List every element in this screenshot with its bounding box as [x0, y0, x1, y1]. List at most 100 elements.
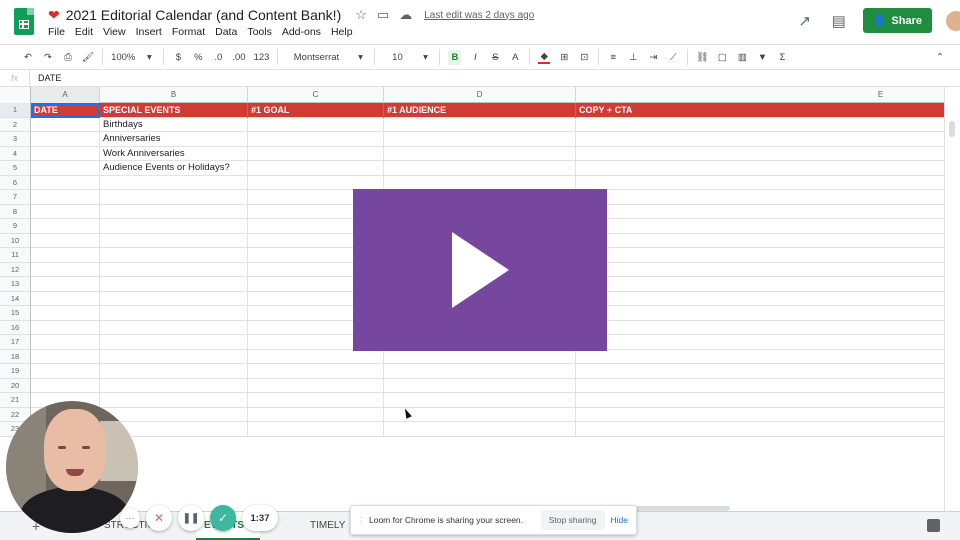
folder-icon[interactable]: ▭: [377, 7, 389, 23]
row-header[interactable]: 20: [0, 379, 30, 393]
cell[interactable]: [384, 407, 576, 422]
menu-edit[interactable]: Edit: [75, 26, 93, 38]
menu-view[interactable]: View: [103, 26, 126, 38]
cell[interactable]: [384, 364, 576, 379]
cell[interactable]: [100, 233, 248, 248]
insert-comment-icon[interactable]: ▢: [716, 52, 728, 63]
row-header[interactable]: 4: [0, 147, 30, 161]
cell[interactable]: Birthdays: [100, 117, 248, 132]
cell[interactable]: [31, 277, 100, 292]
row-header[interactable]: 16: [0, 321, 30, 335]
cell[interactable]: [100, 248, 248, 263]
video-player[interactable]: [353, 189, 607, 351]
cell[interactable]: [31, 320, 100, 335]
row-header[interactable]: 7: [0, 190, 30, 205]
row-header[interactable]: 19: [0, 364, 30, 379]
cell[interactable]: [100, 335, 248, 350]
row-header[interactable]: 6: [0, 176, 30, 190]
cell[interactable]: [100, 262, 248, 277]
font-size-select[interactable]: 10: [383, 52, 411, 63]
cell[interactable]: [100, 378, 248, 393]
menu-format[interactable]: Format: [172, 26, 205, 38]
cell[interactable]: [248, 117, 384, 132]
row-header[interactable]: 18: [0, 350, 30, 364]
cell[interactable]: [31, 291, 100, 306]
chevron-down-icon[interactable]: ▾: [419, 52, 431, 63]
cell-c1[interactable]: #1 GOAL: [248, 103, 384, 118]
column-header-c[interactable]: C: [248, 87, 384, 103]
decrease-decimal-button[interactable]: .0: [212, 52, 224, 63]
cell[interactable]: [100, 320, 248, 335]
cell[interactable]: [31, 306, 100, 321]
wrap-icon[interactable]: ⇥: [647, 52, 659, 63]
cell[interactable]: [248, 378, 384, 393]
cell[interactable]: [31, 335, 100, 350]
cell-a1[interactable]: DATE: [31, 103, 100, 118]
menu-help[interactable]: Help: [331, 26, 353, 38]
row-header[interactable]: 14: [0, 292, 30, 306]
currency-button[interactable]: $: [172, 52, 184, 63]
cell[interactable]: [384, 378, 576, 393]
menu-addons[interactable]: Add-ons: [282, 26, 321, 38]
cell[interactable]: [31, 248, 100, 263]
cell[interactable]: [31, 233, 100, 248]
more-options-icon[interactable]: ···: [120, 508, 140, 528]
chevron-down-icon[interactable]: ▾: [354, 52, 366, 63]
cell[interactable]: [248, 161, 384, 176]
cell[interactable]: Audience Events or Holidays?: [100, 161, 248, 176]
column-header-a[interactable]: A: [31, 87, 100, 103]
cell[interactable]: [31, 146, 100, 161]
paint-format-icon[interactable]: 🖌: [82, 52, 94, 63]
cancel-recording-icon[interactable]: ✕: [146, 505, 172, 531]
formula-input[interactable]: DATE: [30, 73, 61, 83]
cell-b1[interactable]: SPECIAL EVENTS: [100, 103, 248, 118]
bold-button[interactable]: B: [448, 49, 462, 65]
row-header[interactable]: 13: [0, 277, 30, 292]
trend-icon[interactable]: ↗: [795, 12, 815, 30]
cell[interactable]: [100, 349, 248, 364]
avatar[interactable]: [946, 10, 960, 31]
row-header[interactable]: 10: [0, 234, 30, 248]
row-header[interactable]: 9: [0, 219, 30, 234]
tab-timely[interactable]: TIMELY: [302, 512, 353, 540]
italic-button[interactable]: I: [469, 52, 481, 63]
insert-chart-icon[interactable]: ▥: [736, 52, 748, 63]
rotate-icon[interactable]: ⟋: [667, 52, 679, 63]
cell[interactable]: [384, 146, 576, 161]
row-header[interactable]: 3: [0, 132, 30, 147]
row-header[interactable]: 15: [0, 306, 30, 321]
cell[interactable]: [31, 161, 100, 176]
row-header[interactable]: 2: [0, 118, 30, 132]
cell[interactable]: [31, 175, 100, 190]
row-header[interactable]: 12: [0, 263, 30, 277]
cell[interactable]: [100, 277, 248, 292]
column-header-e[interactable]: E: [576, 87, 944, 103]
cell[interactable]: [248, 407, 384, 422]
cell[interactable]: [248, 175, 384, 190]
strikethrough-button[interactable]: S: [489, 52, 501, 63]
cell[interactable]: Anniversaries: [100, 132, 248, 147]
cell[interactable]: [31, 262, 100, 277]
print-icon[interactable]: ⎙: [62, 52, 74, 63]
cell-e1[interactable]: COPY + CTA: [576, 103, 944, 118]
document-title[interactable]: 2021 Editorial Calendar (and Content Ban…: [66, 7, 342, 23]
row-header[interactable]: 17: [0, 335, 30, 350]
more-formats-button[interactable]: 123: [254, 52, 270, 63]
cell[interactable]: [100, 190, 248, 205]
cloud-icon[interactable]: ☁: [399, 7, 412, 23]
cell[interactable]: [248, 393, 384, 408]
cell[interactable]: [248, 349, 384, 364]
cell[interactable]: [100, 219, 248, 234]
percent-button[interactable]: %: [192, 52, 204, 63]
cell[interactable]: [384, 175, 576, 190]
cell[interactable]: [100, 291, 248, 306]
drag-handle-icon[interactable]: ⋮: [357, 516, 365, 525]
undo-icon[interactable]: ↶: [22, 52, 34, 63]
cell[interactable]: [31, 378, 100, 393]
text-color-button[interactable]: A: [509, 52, 521, 63]
cell[interactable]: [384, 422, 576, 437]
share-button[interactable]: 👤 Share: [862, 8, 932, 33]
align-left-icon[interactable]: ≡: [607, 52, 619, 63]
filter-icon[interactable]: ▼: [756, 52, 768, 63]
menu-file[interactable]: File: [48, 26, 65, 38]
